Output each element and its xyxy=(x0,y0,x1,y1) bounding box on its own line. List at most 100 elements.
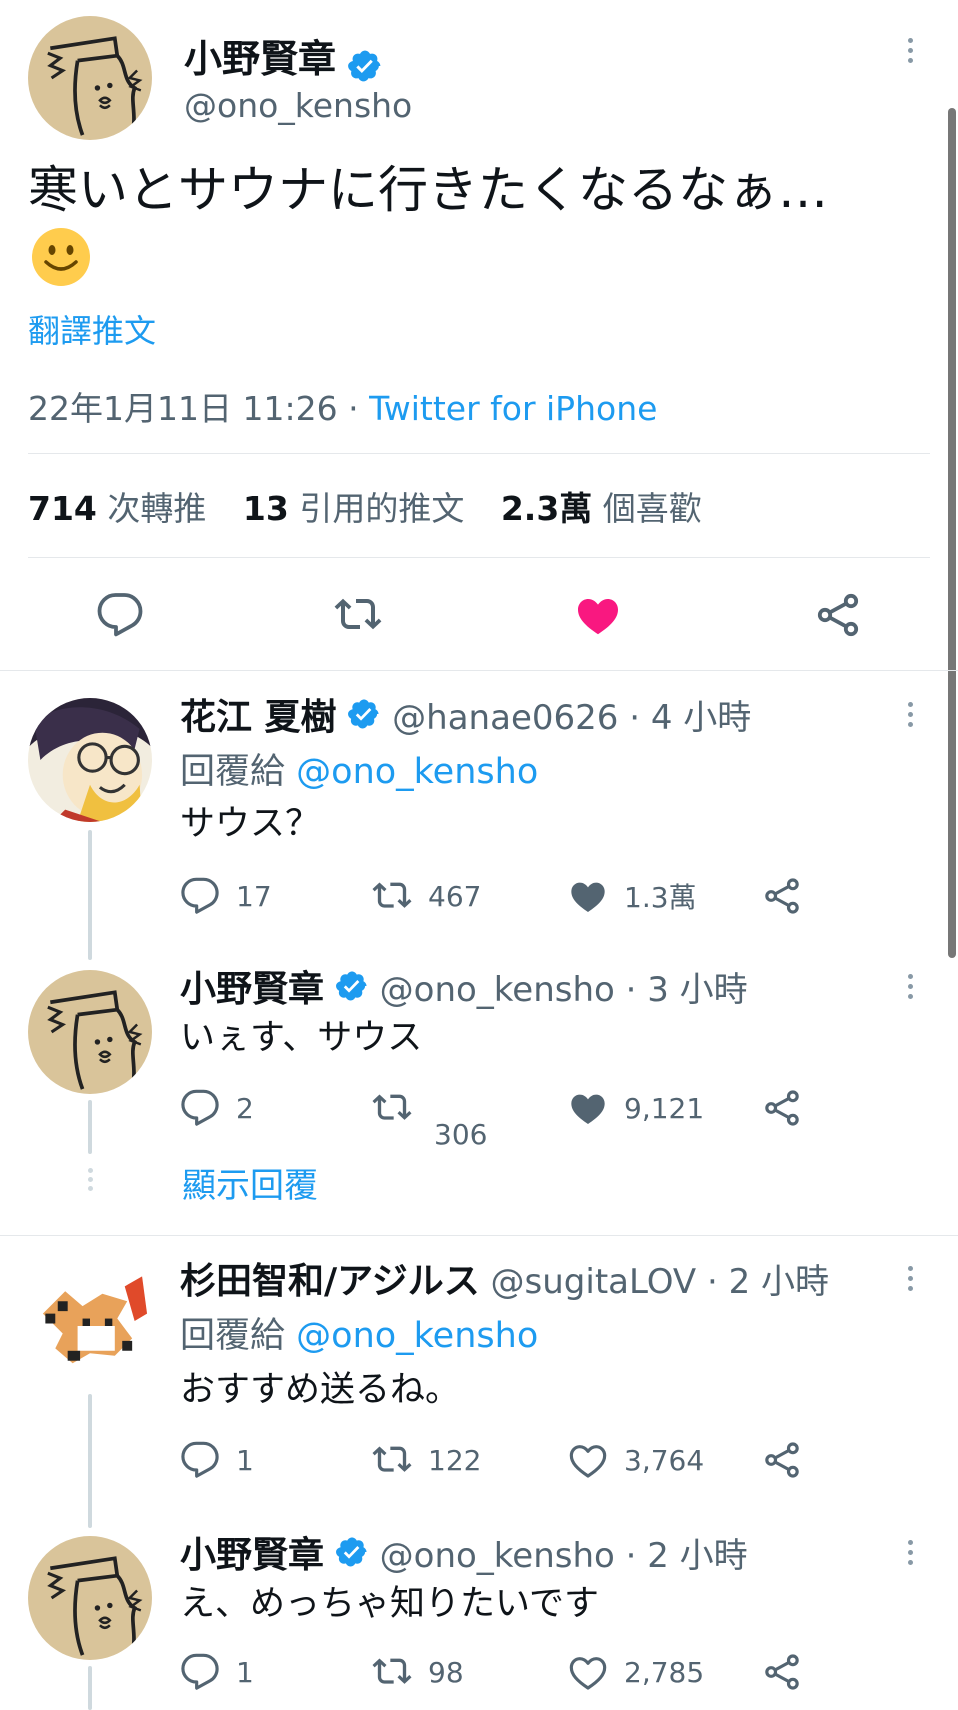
reply-header: 小野賢章 @ono_kensho · 3 小時 xyxy=(180,968,748,1014)
thread-line xyxy=(88,830,92,960)
reply-icon xyxy=(180,1440,220,1480)
thread-line xyxy=(88,1394,92,1528)
reply-avatar[interactable] xyxy=(28,1536,152,1660)
reply-button[interactable]: 1 xyxy=(180,1440,254,1480)
reply-button[interactable]: 17 xyxy=(180,876,272,916)
show-replies-link[interactable]: 顯示回覆 xyxy=(182,1158,318,1207)
reply-more-icon[interactable] xyxy=(902,1266,918,1291)
reply-handle[interactable]: @ono_kensho xyxy=(380,1536,615,1576)
reply-text: サウス？ xyxy=(180,804,321,844)
like-button[interactable]: 2,785 xyxy=(568,1652,704,1692)
quotes-stat[interactable]: 13 引用的推文 xyxy=(243,489,464,528)
share-icon xyxy=(762,1088,802,1128)
verified-badge-icon xyxy=(335,1535,369,1580)
reply-handle[interactable]: @sugitaLOV xyxy=(491,1262,697,1302)
reply-to-line: 回覆給 @ono_kensho xyxy=(180,750,538,794)
reply-more-icon[interactable] xyxy=(902,974,918,999)
scrollbar[interactable] xyxy=(948,108,956,958)
reply-to-handle[interactable]: @ono_kensho xyxy=(296,1316,538,1356)
reply-count: 17 xyxy=(236,879,272,913)
retweet-count: 98 xyxy=(428,1655,464,1689)
reply-avatar[interactable] xyxy=(28,698,152,822)
retweet-icon xyxy=(372,1652,412,1692)
reply-to-label: 回覆給 xyxy=(180,1316,286,1356)
share-button[interactable] xyxy=(762,876,802,916)
reply-handle[interactable]: @ono_kensho xyxy=(380,970,615,1010)
reply-author-name[interactable]: 杉田智和/アジルス xyxy=(180,1261,480,1302)
likes-stat[interactable]: 2.3萬 個喜歡 xyxy=(501,489,702,528)
reply-handle[interactable]: @hanae0626 xyxy=(392,698,618,738)
main-tweet-more-icon[interactable] xyxy=(902,38,918,63)
reply-header: 杉田智和/アジルス @sugitaLOV · 2 小時 xyxy=(180,1260,829,1304)
reply-author-name[interactable]: 花江 夏樹 xyxy=(180,697,337,738)
retweets-stat[interactable]: 714 次轉推 xyxy=(28,489,206,528)
retweet-button[interactable]: 98 xyxy=(372,1652,464,1692)
like-button[interactable]: 9,121 xyxy=(568,1088,704,1128)
main-tweet-author[interactable]: 小野賢章 xyxy=(184,28,383,88)
reply-avatar[interactable] xyxy=(28,1264,152,1388)
verified-badge-icon xyxy=(347,697,381,742)
main-tweet-emoji xyxy=(30,226,92,288)
heart-filled-icon xyxy=(568,876,608,916)
heart-outline-icon xyxy=(568,1652,608,1692)
reply-button[interactable]: 1 xyxy=(180,1652,254,1692)
share-icon xyxy=(762,1652,802,1692)
retweet-button[interactable]: 467 xyxy=(372,876,481,916)
retweet-icon xyxy=(372,1088,412,1128)
main-reply-icon[interactable] xyxy=(96,591,144,639)
main-share-icon[interactable] xyxy=(814,591,862,639)
main-tweet-timestamp[interactable]: 22年1月11日 11:26 xyxy=(28,389,338,428)
translate-tweet-link[interactable]: 翻譯推文 xyxy=(28,306,156,352)
thread-line xyxy=(88,1100,92,1154)
quotes-count: 13 xyxy=(242,489,289,528)
share-button[interactable] xyxy=(762,1652,802,1692)
retweet-icon xyxy=(372,876,412,916)
main-tweet-meta: 22年1月11日 11:26 · Twitter for iPhone xyxy=(28,382,657,430)
reply-more-icon[interactable] xyxy=(902,1540,918,1565)
main-tweet-handle[interactable]: @ono_kensho xyxy=(184,86,412,125)
reply-time[interactable]: · 4 小時 xyxy=(618,698,751,738)
main-tweet-author-name: 小野賢章 xyxy=(184,37,337,81)
retweet-count: 467 xyxy=(428,879,482,913)
like-button[interactable]: 1.3萬 xyxy=(568,876,697,916)
reply-time[interactable]: · 2 小時 xyxy=(696,1262,829,1302)
reply-author-name[interactable]: 小野賢章 xyxy=(180,1535,324,1576)
thread-line xyxy=(88,1666,92,1710)
like-button[interactable]: 3,764 xyxy=(568,1440,704,1480)
reply-to-label: 回覆給 xyxy=(180,752,286,792)
heart-outline-icon xyxy=(568,1440,608,1480)
main-retweet-icon[interactable] xyxy=(334,591,382,639)
reply-count: 2 xyxy=(236,1091,254,1125)
main-like-icon[interactable] xyxy=(574,591,622,639)
like-count: 1.3萬 xyxy=(624,881,697,914)
share-button[interactable] xyxy=(762,1440,802,1480)
main-tweet-stats: 714 次轉推 13 引用的推文 2.3萬 個喜歡 xyxy=(28,482,702,530)
main-tweet-avatar[interactable] xyxy=(28,16,152,140)
reply-time[interactable]: · 3 小時 xyxy=(615,970,748,1010)
like-count: 2,785 xyxy=(624,1655,705,1689)
retweet-button[interactable] xyxy=(372,1088,412,1128)
reply-to-line: 回覆給 @ono_kensho xyxy=(180,1314,538,1358)
reply-more-icon[interactable] xyxy=(902,702,918,727)
retweet-button[interactable]: 122 xyxy=(372,1440,481,1480)
main-tweet-text: 寒いとサウナに行きたくなるなぁ… xyxy=(28,161,828,219)
quotes-label: 引用的推文 xyxy=(299,489,465,528)
reply-icon xyxy=(180,876,220,916)
likes-count: 2.3萬 xyxy=(500,489,593,528)
reply-to-handle[interactable]: @ono_kensho xyxy=(296,752,538,792)
reply-icon xyxy=(180,1652,220,1692)
reply-time[interactable]: · 2 小時 xyxy=(615,1536,748,1576)
retweets-count: 714 xyxy=(28,489,97,528)
reply-icon xyxy=(180,1088,220,1128)
reply-count: 1 xyxy=(236,1655,254,1689)
reply-text: いぇす、サウス xyxy=(180,1018,423,1058)
reply-author-name[interactable]: 小野賢章 xyxy=(180,969,324,1010)
reply-header: 小野賢章 @ono_kensho · 2 小時 xyxy=(180,1534,748,1580)
verified-badge-icon xyxy=(335,969,369,1014)
reply-button[interactable]: 2 xyxy=(180,1088,254,1128)
reply-avatar[interactable] xyxy=(28,970,152,1094)
thread-gap-dots-icon xyxy=(82,1168,98,1191)
share-button[interactable] xyxy=(762,1088,802,1128)
retweet-count: 306 xyxy=(434,1118,488,1151)
tweet-source-link[interactable]: Twitter for iPhone xyxy=(369,389,657,428)
